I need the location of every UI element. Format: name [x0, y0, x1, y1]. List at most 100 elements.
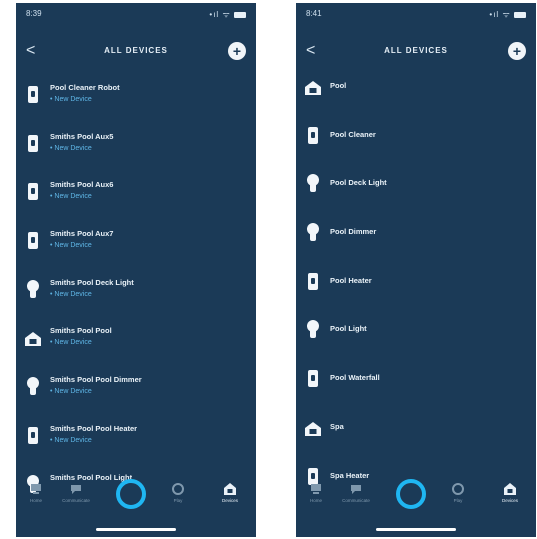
battery-icon: [514, 11, 526, 18]
page-title: ALL DEVICES: [104, 46, 168, 55]
wifi-icon: ᯤ: [502, 10, 511, 19]
device-row[interactable]: Smiths Pool Aux6 • New Device: [16, 168, 256, 217]
status-bar: 8:41 •ıl ᯤ: [306, 9, 526, 21]
tab-label: Home: [29, 498, 42, 503]
device-row[interactable]: Smiths Pool Aux5 • New Device: [16, 120, 256, 169]
device-row[interactable]: Pool Light: [296, 306, 536, 355]
play-icon: [172, 483, 184, 495]
home-tab-icon: [31, 484, 41, 494]
battery-icon: [234, 11, 246, 18]
tab-bar: Home Communicate Play Devices: [16, 479, 256, 519]
device-name: Smiths Pool Aux5: [50, 131, 114, 141]
play-icon: [452, 483, 464, 495]
device-name: Smiths Pool Pool Dimmer: [50, 375, 142, 385]
tab-play[interactable]: Play: [440, 483, 476, 503]
nav-bar: < ALL DEVICES +: [296, 39, 536, 65]
device-list: Pool Cleaner Robot • New Device Smiths P…: [16, 71, 256, 493]
device-name: Pool Deck Light: [330, 178, 387, 188]
light-bulb-icon: [25, 376, 41, 398]
chat-icon: [351, 485, 361, 494]
device-row[interactable]: Pool: [296, 63, 536, 112]
light-bulb-icon: [305, 319, 321, 341]
device-row[interactable]: Smiths Pool Pool • New Device: [16, 314, 256, 363]
status-indicators: •ıl ᯤ: [209, 9, 246, 20]
device-name: Smiths Pool Aux7: [50, 229, 114, 239]
status-bar: 8:39 •ıl ᯤ: [26, 9, 246, 21]
devices-icon: [504, 483, 516, 495]
smart-plug-icon: [25, 425, 41, 447]
device-name: Pool Cleaner Robot: [50, 83, 120, 92]
status-time: 8:41: [306, 9, 322, 18]
device-row[interactable]: Pool Waterfall: [296, 355, 536, 404]
device-status: • New Device: [50, 242, 92, 250]
alexa-button[interactable]: [116, 479, 146, 509]
device-row[interactable]: Smiths Pool Deck Light • New Device: [16, 266, 256, 315]
status-indicators: •ıl ᯤ: [489, 9, 526, 20]
tab-label: Play: [173, 498, 183, 503]
chat-icon: [71, 485, 81, 494]
device-row[interactable]: Pool Cleaner Robot • New Device: [16, 71, 256, 120]
tab-label: Devices: [501, 498, 518, 503]
device-name: Smiths Pool Deck Light: [50, 277, 134, 287]
device-name: Smiths Pool Pool Heater: [50, 423, 138, 433]
smart-plug-icon: [25, 230, 41, 252]
device-group-icon: [305, 417, 321, 439]
tab-devices[interactable]: Devices: [492, 483, 528, 503]
home-tab-icon: [311, 484, 321, 494]
phone-screen-left: 8:39 •ıl ᯤ < ALL DEVICES + Pool Cleaner …: [16, 3, 256, 537]
phone-screen-right: 8:41 •ıl ᯤ < ALL DEVICES + Pool Pool Cle…: [296, 3, 536, 537]
smart-plug-icon: [25, 84, 41, 106]
device-row[interactable]: Smiths Pool Aux7 • New Device: [16, 217, 256, 266]
device-name: Pool Light: [330, 324, 367, 334]
device-row[interactable]: Smiths Pool Pool Heater • New Device: [16, 412, 256, 461]
device-group-icon: [25, 327, 41, 349]
tab-label: Home: [309, 498, 322, 503]
smart-plug-icon: [305, 125, 321, 147]
alexa-button[interactable]: [396, 479, 426, 509]
device-name: Smiths Pool Pool: [50, 326, 112, 336]
tab-communicate[interactable]: Communicate: [58, 483, 94, 503]
home-indicator: [96, 528, 176, 531]
tab-label: Communicate: [62, 498, 90, 503]
device-name: Pool Dimmer: [330, 227, 377, 237]
tab-label: Play: [453, 498, 463, 503]
smart-plug-icon: [305, 271, 321, 293]
device-name: Smiths Pool Aux6: [50, 180, 114, 190]
device-status: • New Device: [50, 339, 92, 347]
device-status: • New Device: [50, 144, 92, 152]
tab-home[interactable]: Home: [298, 483, 334, 503]
device-name: Pool: [330, 81, 347, 90]
device-row[interactable]: Pool Dimmer: [296, 209, 536, 258]
device-name: Pool Waterfall: [330, 373, 380, 383]
tab-home[interactable]: Home: [18, 483, 54, 503]
device-status: • New Device: [50, 96, 92, 103]
device-row[interactable]: Spa: [296, 404, 536, 453]
add-device-button[interactable]: +: [508, 42, 526, 60]
add-device-button[interactable]: +: [228, 42, 246, 60]
signal-icon: •ıl: [489, 10, 500, 19]
light-bulb-icon: [25, 279, 41, 301]
light-bulb-icon: [305, 173, 321, 195]
device-name: Spa: [330, 421, 344, 431]
device-row[interactable]: Pool Deck Light: [296, 160, 536, 209]
device-row[interactable]: Pool Heater: [296, 258, 536, 307]
device-status: • New Device: [50, 290, 92, 298]
status-time: 8:39: [26, 9, 42, 18]
devices-icon: [224, 483, 236, 495]
tab-devices[interactable]: Devices: [212, 483, 248, 503]
device-list: Pool Pool Cleaner Pool Deck Light Pool D…: [296, 63, 536, 485]
light-bulb-icon: [305, 222, 321, 244]
tab-play[interactable]: Play: [160, 483, 196, 503]
device-group-icon: [305, 76, 321, 98]
device-row[interactable]: Smiths Pool Pool Dimmer • New Device: [16, 363, 256, 412]
device-name: Pool Heater: [330, 275, 372, 285]
smart-plug-icon: [25, 181, 41, 203]
device-row[interactable]: Pool Cleaner: [296, 112, 536, 161]
smart-plug-icon: [25, 133, 41, 155]
device-name: Pool Cleaner: [330, 129, 376, 139]
tab-communicate[interactable]: Communicate: [338, 483, 374, 503]
tab-label: Communicate: [342, 498, 370, 503]
signal-icon: •ıl: [209, 10, 220, 19]
tab-label: Devices: [221, 498, 238, 503]
device-status: • New Device: [50, 193, 92, 201]
